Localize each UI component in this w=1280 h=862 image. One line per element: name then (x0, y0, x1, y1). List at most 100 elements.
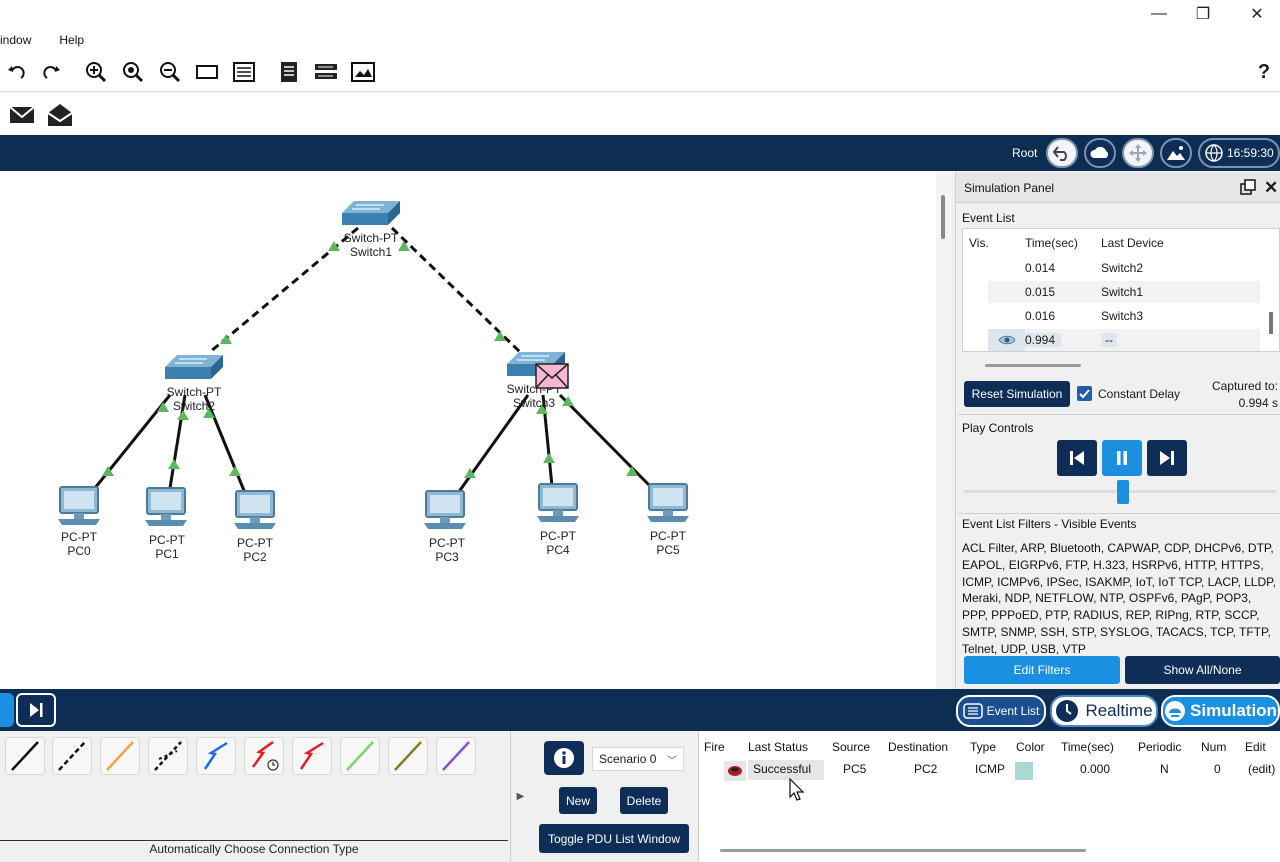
menu-help[interactable]: Help (41, 33, 94, 47)
skip-forward-icon (30, 703, 43, 717)
event-list-hscrollbar[interactable] (985, 364, 1081, 367)
pc3-device[interactable] (420, 489, 470, 533)
minimize-button[interactable]: — (1136, 0, 1182, 28)
root-label[interactable]: Root (1012, 146, 1037, 160)
serial-dce-cable[interactable] (196, 737, 236, 775)
clock-time: 16:59:30 (1227, 146, 1274, 160)
crossover-cable[interactable] (148, 737, 188, 775)
redo-icon[interactable] (38, 58, 66, 86)
viewport-clock-button[interactable]: 16:59:30 (1198, 138, 1280, 168)
pc5-label: PC-PT PC5 (650, 529, 686, 557)
drawing-rectangle-icon[interactable] (193, 58, 221, 86)
undock-icon[interactable] (1240, 179, 1256, 195)
play-controls-label: Play Controls (962, 421, 1034, 435)
fiber-cable[interactable] (436, 737, 476, 775)
undo-icon[interactable] (2, 58, 30, 86)
scenario-info-button[interactable] (544, 741, 584, 775)
event-list-mode-button[interactable]: Event List (956, 695, 1046, 727)
pc2-label: PC-PT PC2 (237, 536, 273, 564)
zoom-in-icon[interactable] (82, 58, 110, 86)
cluster-icon[interactable] (1084, 138, 1116, 168)
divider (958, 414, 1280, 415)
straight-through-cable[interactable] (100, 737, 140, 775)
background-image-icon[interactable] (1160, 138, 1192, 168)
complex-pdu-icon[interactable] (46, 101, 74, 129)
notes-icon[interactable] (275, 58, 303, 86)
simple-pdu-icon[interactable] (8, 101, 36, 129)
pause-button[interactable] (1102, 440, 1142, 476)
pc2-device[interactable] (230, 489, 280, 533)
pdu-envelope-icon[interactable] (535, 363, 569, 389)
forward-step-button[interactable] (1147, 440, 1187, 476)
pc5-device[interactable] (643, 482, 693, 526)
edit-filters-button[interactable]: Edit Filters (964, 656, 1120, 684)
panel-close-icon[interactable]: ✕ (1264, 178, 1278, 198)
auto-connection-cable[interactable] (5, 737, 45, 775)
switch-icon (165, 355, 223, 379)
close-button[interactable]: ✕ (1234, 0, 1280, 28)
prev-panel-button[interactable] (0, 693, 14, 727)
collapse-arrow-icon[interactable]: ▶ (510, 731, 530, 862)
menu-bar: indow Help (0, 28, 1280, 52)
col-time: Time(sec) (1061, 740, 1114, 754)
pc-icon (424, 490, 466, 529)
logical-workspace[interactable]: Switch-PT Switch1 Switch-PT Switch2 Switch… (0, 171, 952, 689)
pdu-color-swatch (1015, 762, 1033, 780)
device-list-icon[interactable] (312, 58, 340, 86)
maximize-button[interactable]: ❐ (1180, 0, 1226, 28)
event-row[interactable]: 0.014 Switch2 (988, 257, 1260, 279)
back-step-button[interactable] (1057, 440, 1097, 476)
pdu-list-hscrollbar[interactable] (720, 849, 1086, 852)
switch1-device[interactable] (340, 199, 402, 229)
event-row[interactable]: 0.015 Switch1 (988, 281, 1260, 303)
col-type: Type (970, 740, 997, 754)
switch1-label: Switch-PT Switch1 (343, 231, 399, 259)
col-color: Color (1016, 740, 1045, 754)
serial-dte-cable[interactable] (244, 737, 284, 775)
simulation-icon (1165, 701, 1186, 721)
col-vis: Vis. (969, 236, 989, 250)
back-icon[interactable] (1046, 138, 1078, 168)
realtime-mode-button[interactable]: Realtime (1050, 695, 1158, 727)
switch2-device[interactable] (163, 353, 225, 383)
pc0-device[interactable] (54, 485, 104, 529)
toggle-pdu-list-button[interactable]: Toggle PDU List Window (539, 824, 689, 853)
constant-delay-checkbox[interactable] (1077, 386, 1092, 401)
pdu-status: Successful (748, 760, 824, 780)
new-scenario-button[interactable]: New (559, 787, 597, 814)
simulation-mode-button[interactable]: Simulation (1161, 695, 1280, 727)
coaxial-cable[interactable] (388, 737, 428, 775)
phone-cable[interactable] (340, 737, 380, 775)
pc1-device[interactable] (141, 486, 191, 530)
event-row[interactable]: 0.016 Switch3 (988, 305, 1260, 327)
scrollbar-thumb[interactable] (941, 195, 945, 239)
fire-icon[interactable] (724, 761, 746, 781)
picture-icon[interactable] (349, 58, 377, 86)
play-speed-slider[interactable] (1117, 480, 1129, 504)
event-list-label: Event List (962, 211, 1015, 225)
pc-icon (234, 490, 276, 529)
palette-icon[interactable] (230, 58, 258, 86)
help-icon[interactable]: ? (1252, 58, 1276, 86)
pdu-edit[interactable]: (edit) (1248, 762, 1275, 776)
delete-scenario-button[interactable]: Delete (620, 787, 668, 814)
workspace-scrollbar[interactable] (936, 171, 952, 689)
zoom-out-icon[interactable] (156, 58, 184, 86)
pc4-device[interactable] (533, 482, 583, 526)
pdu-periodic: N (1160, 762, 1169, 776)
scenario-select[interactable]: Scenario 0 ﹀ (592, 747, 684, 771)
move-object-icon[interactable] (1122, 138, 1154, 168)
pdu-type: ICMP (975, 762, 1005, 776)
serial-cable-red[interactable] (292, 737, 332, 775)
show-all-none-button[interactable]: Show All/None (1125, 656, 1280, 684)
pc-icon (58, 486, 100, 525)
event-row-current[interactable]: 0.994 -- (988, 329, 1260, 351)
fast-forward-time-button[interactable] (16, 693, 56, 727)
divider (958, 513, 1280, 514)
zoom-reset-icon[interactable] (119, 58, 147, 86)
console-cable[interactable] (52, 737, 92, 775)
reset-simulation-button[interactable]: Reset Simulation (964, 381, 1070, 407)
menu-window[interactable]: indow (0, 33, 41, 47)
event-list-scrollbar[interactable] (1269, 312, 1273, 334)
captured-value: 0.994 s (1238, 396, 1278, 410)
